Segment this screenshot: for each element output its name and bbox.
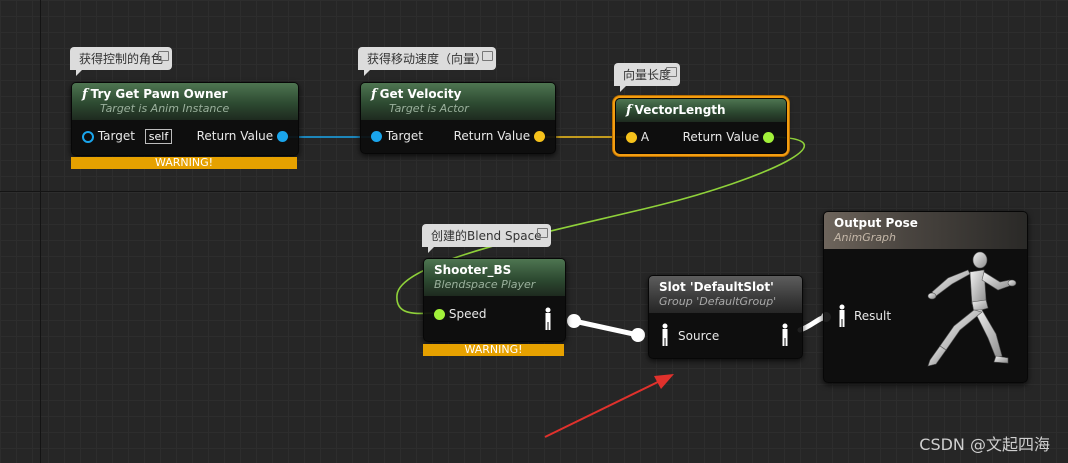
comment-bubble-icon bbox=[666, 67, 678, 77]
vector-pin-icon[interactable] bbox=[626, 132, 637, 143]
annotation-arrow bbox=[544, 374, 674, 438]
node-subtitle: Target is Actor bbox=[389, 102, 469, 115]
comment-text: 获得控制的角色 bbox=[79, 52, 164, 66]
node-title: Get Velocity bbox=[379, 87, 462, 101]
warning-banner: WARNING! bbox=[423, 344, 564, 356]
pose-pin-icon[interactable] bbox=[543, 307, 553, 331]
warning-banner: WARNING! bbox=[71, 157, 297, 169]
pose-pin-icon[interactable] bbox=[780, 323, 790, 347]
node-subtitle: Group 'DefaultGroup' bbox=[659, 295, 777, 308]
comment-text: 向量长度 bbox=[623, 68, 672, 82]
pin-label: Return Value bbox=[453, 129, 531, 143]
pin-label: Target bbox=[97, 129, 135, 143]
node-header[interactable]: f VectorLength bbox=[616, 99, 786, 122]
function-icon: f bbox=[626, 103, 632, 118]
node-title: Output Pose bbox=[834, 216, 918, 230]
object-pin-icon[interactable] bbox=[277, 131, 288, 142]
wire-pose-bs-slot bbox=[571, 318, 641, 338]
function-icon: f bbox=[371, 87, 377, 102]
pin-label: Result bbox=[854, 309, 892, 323]
vector-pin-icon[interactable] bbox=[534, 131, 545, 142]
pin-row-return-value[interactable]: Return Value bbox=[683, 130, 774, 144]
node-shooter-bs[interactable]: Shooter_BS Blendspace Player Speed bbox=[423, 258, 566, 342]
function-icon: f bbox=[82, 87, 88, 102]
comment-bubble-icon bbox=[536, 228, 548, 238]
pin-row-a[interactable]: A bbox=[626, 130, 649, 144]
self-default-field[interactable]: self bbox=[144, 129, 173, 144]
comment-vector-length[interactable]: 向量长度 bbox=[614, 63, 681, 92]
comment-shooter-bs[interactable]: 创建的Blend Space bbox=[422, 224, 551, 253]
comment-try-get-pawn[interactable]: 获得控制的角色 bbox=[70, 47, 173, 76]
pin-label: Source bbox=[678, 329, 720, 343]
node-slot-default[interactable]: Slot 'DefaultSlot' Group 'DefaultGroup' … bbox=[648, 275, 803, 359]
node-header[interactable]: f Get Velocity Target is Actor bbox=[361, 83, 555, 120]
node-try-get-pawn-owner[interactable]: f Try Get Pawn Owner Target is Anim Insta… bbox=[71, 82, 299, 156]
float-pin-icon[interactable] bbox=[434, 309, 445, 320]
comment-text: 创建的Blend Space bbox=[431, 229, 542, 243]
pin-row-return-value[interactable]: Return Value bbox=[197, 129, 288, 143]
node-title: Shooter_BS bbox=[434, 263, 512, 277]
pose-pin-icon[interactable] bbox=[837, 304, 847, 328]
object-pin-icon[interactable] bbox=[82, 130, 94, 143]
pin-row-speed[interactable]: Speed bbox=[434, 307, 486, 321]
pin-label: Return Value bbox=[196, 129, 274, 143]
pin-row-target[interactable]: Target bbox=[371, 129, 423, 143]
comment-bubble-icon bbox=[482, 51, 494, 61]
pose-pin-icon[interactable] bbox=[660, 323, 670, 347]
pin-row-return-value[interactable]: Return Value bbox=[454, 129, 545, 143]
node-title: VectorLength bbox=[634, 103, 726, 117]
node-header[interactable]: Slot 'DefaultSlot' Group 'DefaultGroup' bbox=[649, 276, 802, 313]
pin-label: Speed bbox=[448, 307, 487, 321]
node-subtitle: AnimGraph bbox=[834, 231, 897, 244]
node-title: Try Get Pawn Owner bbox=[90, 87, 228, 101]
comment-get-velocity[interactable]: 获得移动速度（向量） bbox=[358, 47, 497, 76]
node-header[interactable]: Output Pose AnimGraph bbox=[824, 212, 1027, 249]
comment-bubble-icon bbox=[158, 51, 170, 61]
node-vector-length[interactable]: f VectorLength A Return Value bbox=[615, 98, 787, 154]
float-pin-icon[interactable] bbox=[763, 132, 774, 143]
comment-text: 获得移动速度（向量） bbox=[367, 52, 488, 66]
pin-label: Target bbox=[385, 129, 423, 143]
node-output-pose[interactable]: Output Pose AnimGraph Result bbox=[823, 211, 1028, 383]
watermark: CSDN @文起四海 bbox=[919, 435, 1050, 454]
object-pin-icon[interactable] bbox=[371, 131, 382, 142]
running-mannequin-icon bbox=[927, 251, 1017, 367]
node-header[interactable]: f Try Get Pawn Owner Target is Anim Insta… bbox=[72, 83, 298, 120]
node-subtitle: Blendspace Player bbox=[434, 278, 536, 291]
pin-label: Return Value bbox=[682, 130, 760, 144]
node-get-velocity[interactable]: f Get Velocity Target is Actor Target Ret… bbox=[360, 82, 556, 154]
node-header[interactable]: Shooter_BS Blendspace Player bbox=[424, 259, 565, 296]
node-subtitle: Target is Anim Instance bbox=[100, 102, 230, 115]
pin-row-target[interactable]: Target self bbox=[82, 129, 173, 144]
node-title: Slot 'DefaultSlot' bbox=[659, 280, 774, 294]
pin-label: A bbox=[640, 130, 650, 144]
